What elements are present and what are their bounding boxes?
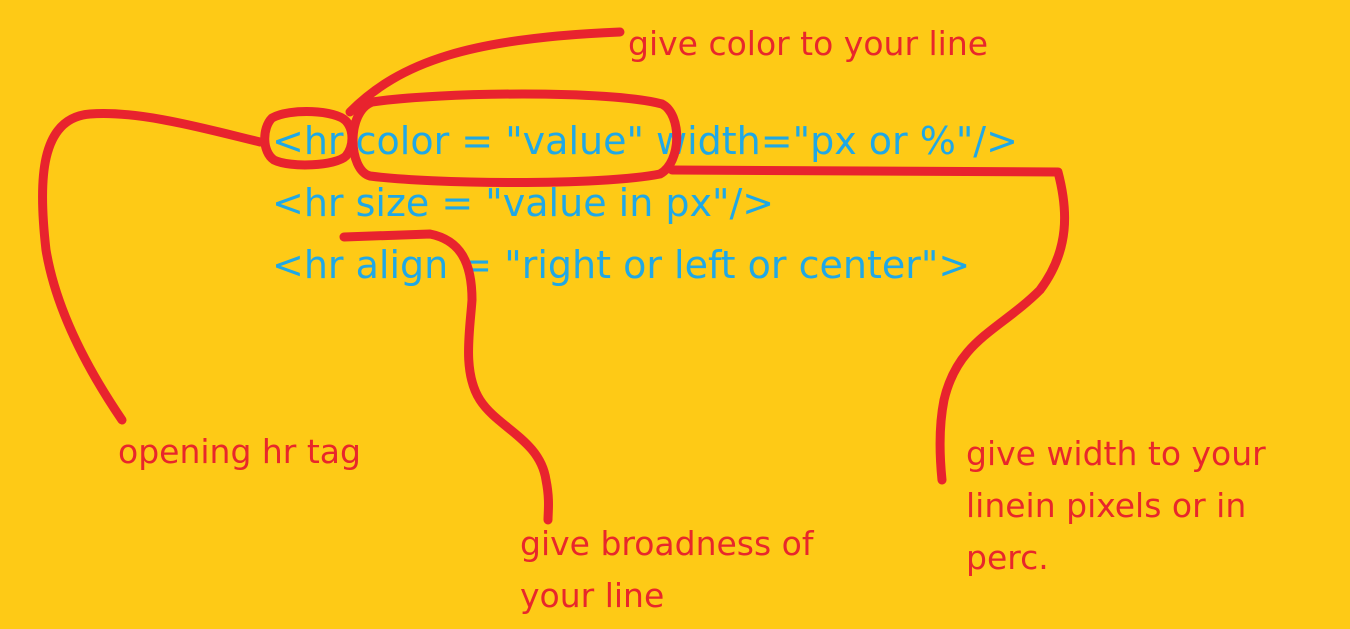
hr-tag-circle <box>260 107 357 170</box>
opening-tag-leader-line <box>37 108 265 425</box>
annotation-broadness: give broadness of your line <box>520 518 814 622</box>
diagram-canvas: <hr color = "value" width="px or %"/> <h… <box>0 0 1350 629</box>
annotation-broadness-line-1: give broadness of <box>520 524 814 563</box>
annotation-width-line-1: give width to your <box>966 434 1266 473</box>
annotation-opening-tag: opening hr tag <box>118 432 361 471</box>
size-leader-line <box>339 229 553 525</box>
annotation-color: give color to your line <box>628 24 989 63</box>
annotation-width: give width to your linein pixels or in p… <box>966 428 1266 584</box>
annotation-width-line-3: perc. <box>966 538 1049 577</box>
color-value-oval <box>348 89 682 187</box>
annotation-broadness-line-2: your line <box>520 576 665 615</box>
annotation-width-line-2: linein pixels or in <box>966 486 1247 525</box>
